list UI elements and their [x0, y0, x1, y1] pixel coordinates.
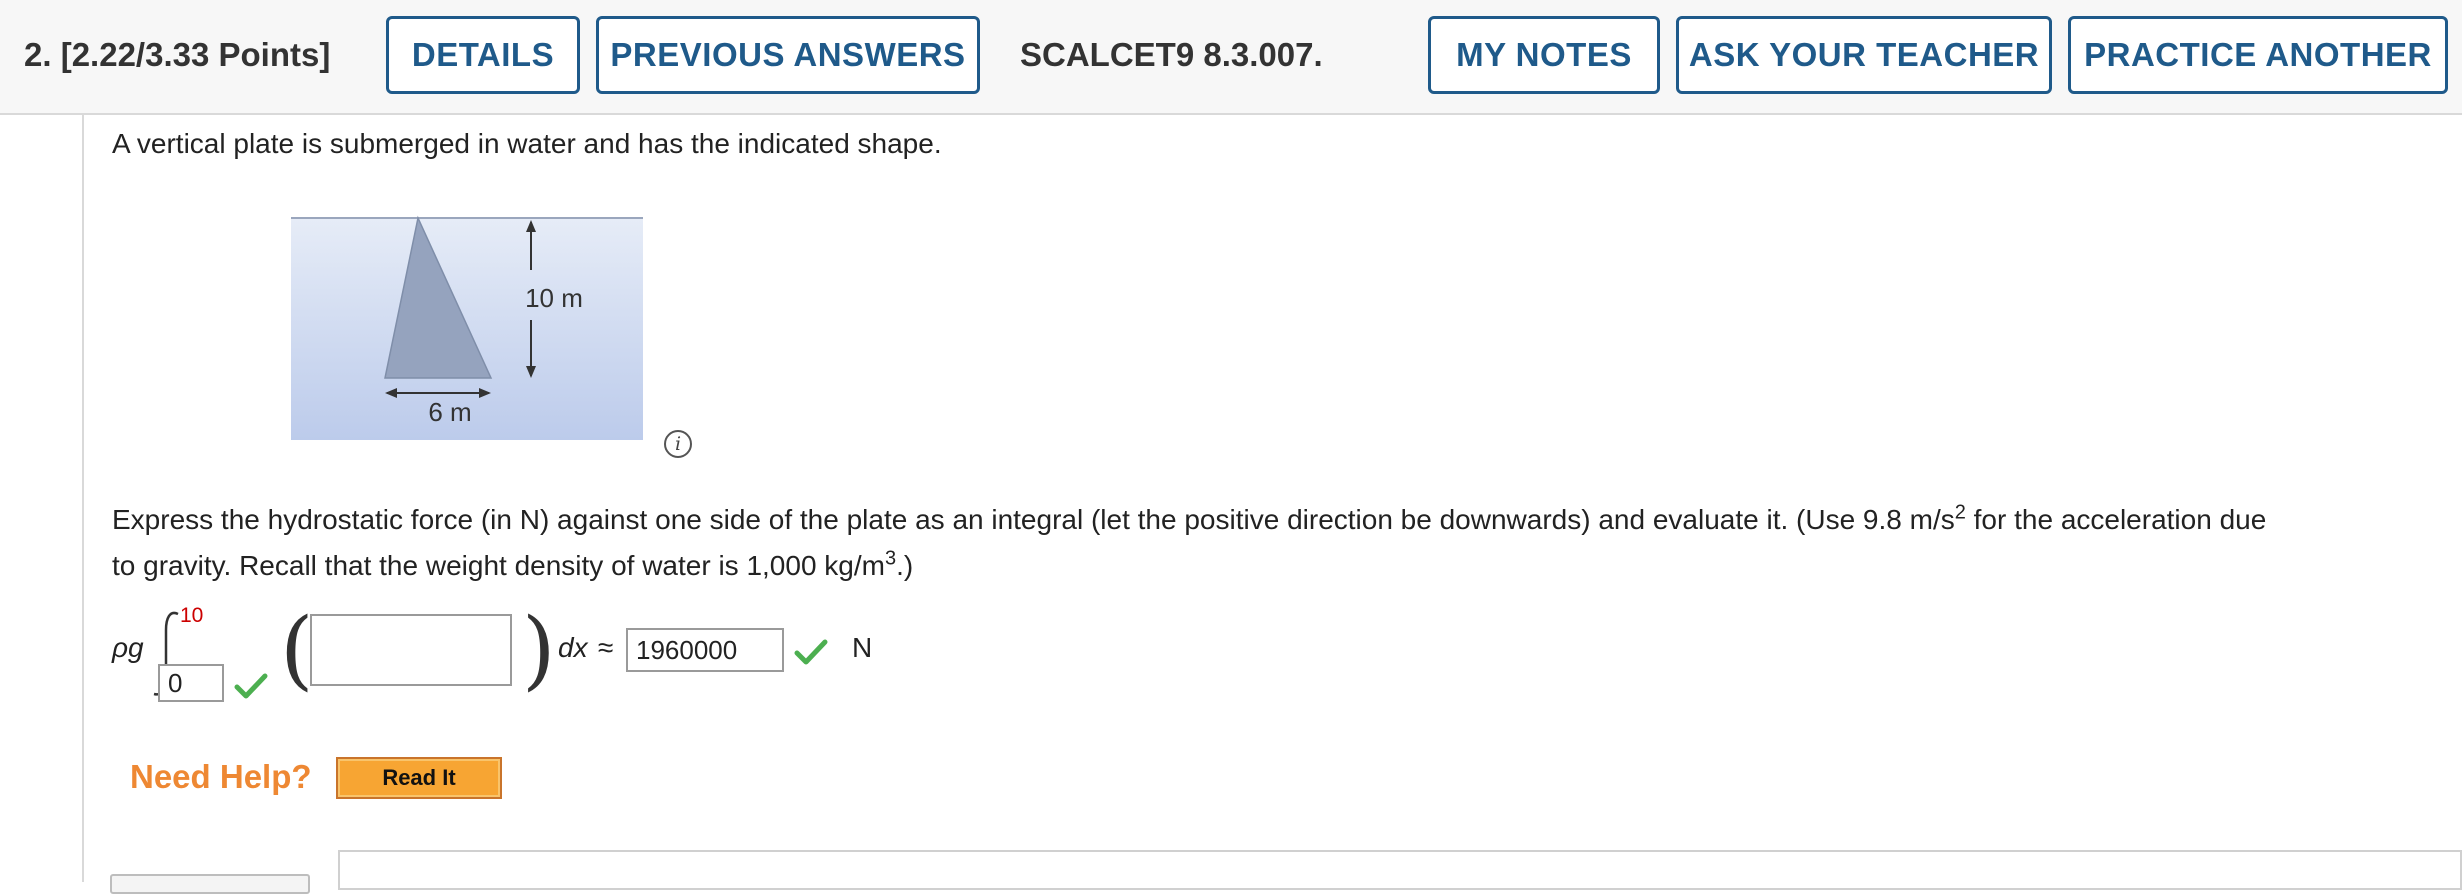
rho-g-symbol: ρg: [112, 632, 144, 663]
lower-limit-input[interactable]: [158, 664, 224, 702]
question-number: 2.: [24, 36, 52, 73]
instruction-line-2: to gravity. Recall that the weight densi…: [112, 547, 914, 581]
problem-code: SCALCET9 8.3.007.: [1020, 36, 1323, 73]
upper-limit: 10: [180, 604, 204, 627]
left-paren: (: [280, 600, 314, 700]
height-label: 10 m: [525, 283, 583, 313]
intro-text: A vertical plate is submerged in water a…: [112, 128, 942, 159]
question-points: [2.22/3.33 Points]: [60, 36, 331, 73]
approx-symbol: ≈: [598, 632, 614, 663]
practice-another-button[interactable]: PRACTICE ANOTHER: [2068, 16, 2448, 94]
submit-button-partial[interactable]: [110, 874, 310, 894]
plate-diagram: 10 m 6 m: [291, 215, 643, 440]
my-notes-button[interactable]: MY NOTES: [1428, 16, 1660, 94]
next-panel-partial: [338, 850, 2462, 890]
previous-answers-button[interactable]: PREVIOUS ANSWERS: [596, 16, 980, 94]
need-help-label: Need Help?: [130, 758, 312, 795]
result-input[interactable]: [626, 628, 784, 672]
info-icon[interactable]: i: [664, 430, 692, 458]
result-correct-check-icon: [794, 639, 828, 665]
dx-label: dx: [558, 632, 588, 663]
integrand-input[interactable]: [310, 614, 512, 686]
question-title: 2. [2.22/3.33 Points]: [24, 36, 330, 74]
lower-limit-correct-check-icon: [234, 673, 268, 699]
read-it-button[interactable]: Read It: [336, 757, 502, 799]
left-divider: [82, 115, 84, 882]
question-header: 2. [2.22/3.33 Points] DETAILS PREVIOUS A…: [0, 0, 2462, 115]
right-paren: ): [522, 600, 556, 700]
ask-your-teacher-button[interactable]: ASK YOUR TEACHER: [1676, 16, 2052, 94]
details-button[interactable]: DETAILS: [386, 16, 580, 94]
base-label: 6 m: [428, 397, 471, 427]
plate-figure: 10 m 6 m: [285, 200, 655, 450]
unit-label: N: [852, 632, 873, 663]
instruction-line-1: Express the hydrostatic force (in N) aga…: [112, 501, 2267, 535]
